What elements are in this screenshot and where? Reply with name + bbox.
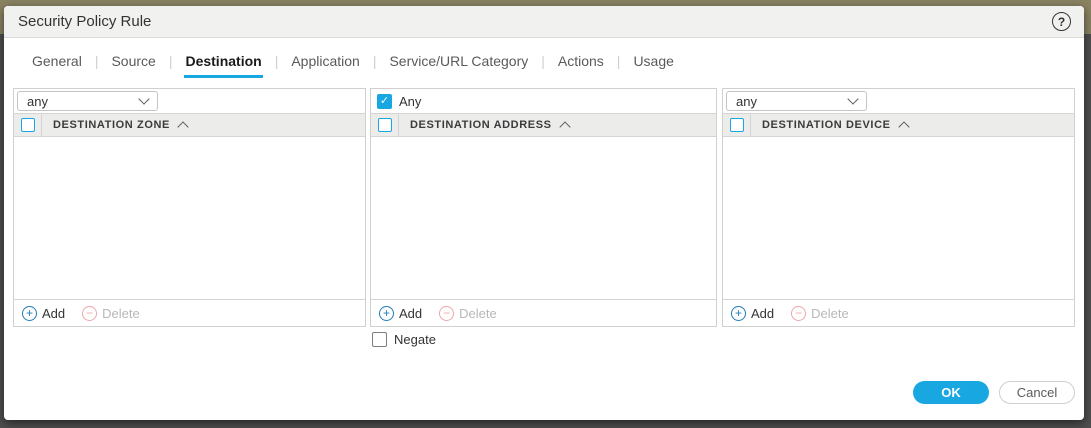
destination-device-panel: any DESTINATION DEVICE + Add − Delete [722, 88, 1075, 327]
add-button-label: Add [751, 306, 774, 321]
sort-ascending-icon[interactable] [898, 121, 909, 132]
zone-footer: + Add − Delete [14, 299, 365, 326]
circle-minus-icon: − [82, 306, 97, 321]
chevron-down-icon [138, 93, 149, 104]
device-header-checkbox-cell [723, 114, 751, 136]
device-footer: + Add − Delete [723, 299, 1074, 326]
zone-type-dropdown[interactable]: any [17, 91, 158, 111]
address-column-header[interactable]: DESTINATION ADDRESS [410, 119, 552, 131]
tab-separator: | [361, 51, 389, 78]
circle-plus-icon: + [379, 306, 394, 321]
circle-minus-icon: − [791, 306, 806, 321]
device-table-body[interactable] [723, 137, 1074, 299]
tab-general[interactable]: General [31, 51, 83, 78]
device-table-header: DESTINATION DEVICE [723, 113, 1074, 137]
any-checkbox-label: Any [399, 94, 421, 109]
tab-separator: | [263, 51, 291, 78]
address-select-all-checkbox[interactable] [378, 118, 392, 132]
address-any-row: ✓ Any [371, 89, 716, 113]
any-checkbox[interactable]: ✓ [377, 94, 392, 109]
cancel-button[interactable]: Cancel [999, 381, 1075, 404]
tab-destination[interactable]: Destination [184, 51, 262, 78]
zone-filter-row: any [14, 89, 365, 113]
address-table-body[interactable] [371, 137, 716, 299]
tab-separator: | [157, 51, 185, 78]
circle-minus-icon: − [439, 306, 454, 321]
zone-type-value: any [27, 94, 48, 109]
delete-button-label: Delete [459, 306, 497, 321]
tab-separator: | [605, 51, 633, 78]
tab-bar: General | Source | Destination | Applica… [31, 51, 1084, 78]
destination-zone-panel: any DESTINATION ZONE + Add − Delete [13, 88, 366, 327]
device-type-dropdown[interactable]: any [726, 91, 867, 111]
zone-table-header: DESTINATION ZONE [14, 113, 365, 137]
tab-separator: | [529, 51, 557, 78]
negate-label: Negate [394, 332, 436, 347]
ok-button[interactable]: OK [913, 381, 989, 404]
sort-ascending-icon[interactable] [177, 121, 188, 132]
tab-separator: | [83, 51, 111, 78]
negate-row: Negate [372, 332, 436, 347]
circle-plus-icon: + [22, 306, 37, 321]
add-button-label: Add [399, 306, 422, 321]
zone-delete-button[interactable]: − Delete [82, 306, 140, 321]
device-add-button[interactable]: + Add [731, 306, 774, 321]
chevron-down-icon [847, 93, 858, 104]
help-icon[interactable]: ? [1052, 12, 1071, 31]
dialog-actions: OK Cancel [913, 381, 1075, 404]
device-select-all-checkbox[interactable] [730, 118, 744, 132]
circle-plus-icon: + [731, 306, 746, 321]
dialog-title: Security Policy Rule [18, 13, 151, 30]
address-footer: + Add − Delete [371, 299, 716, 326]
tab-actions[interactable]: Actions [557, 51, 605, 78]
tab-usage[interactable]: Usage [632, 51, 674, 78]
destination-address-panel: ✓ Any DESTINATION ADDRESS + Add − Delete [370, 88, 717, 327]
negate-checkbox[interactable] [372, 332, 387, 347]
device-delete-button[interactable]: − Delete [791, 306, 849, 321]
device-type-value: any [736, 94, 757, 109]
zone-select-all-checkbox[interactable] [21, 118, 35, 132]
tab-source[interactable]: Source [110, 51, 156, 78]
device-filter-row: any [723, 89, 1074, 113]
add-button-label: Add [42, 306, 65, 321]
tab-application[interactable]: Application [290, 51, 361, 78]
address-table-header: DESTINATION ADDRESS [371, 113, 716, 137]
delete-button-label: Delete [811, 306, 849, 321]
address-header-checkbox-cell [371, 114, 399, 136]
device-column-header[interactable]: DESTINATION DEVICE [762, 119, 891, 131]
address-add-button[interactable]: + Add [379, 306, 422, 321]
delete-button-label: Delete [102, 306, 140, 321]
zone-add-button[interactable]: + Add [22, 306, 65, 321]
zone-column-header[interactable]: DESTINATION ZONE [53, 119, 170, 131]
sort-ascending-icon[interactable] [559, 121, 570, 132]
dialog-titlebar: Security Policy Rule ? [4, 6, 1084, 38]
zone-table-body[interactable] [14, 137, 365, 299]
zone-header-checkbox-cell [14, 114, 42, 136]
tab-service-url-category[interactable]: Service/URL Category [388, 51, 529, 78]
address-delete-button[interactable]: − Delete [439, 306, 497, 321]
security-policy-rule-dialog: Security Policy Rule ? General | Source … [4, 6, 1084, 420]
